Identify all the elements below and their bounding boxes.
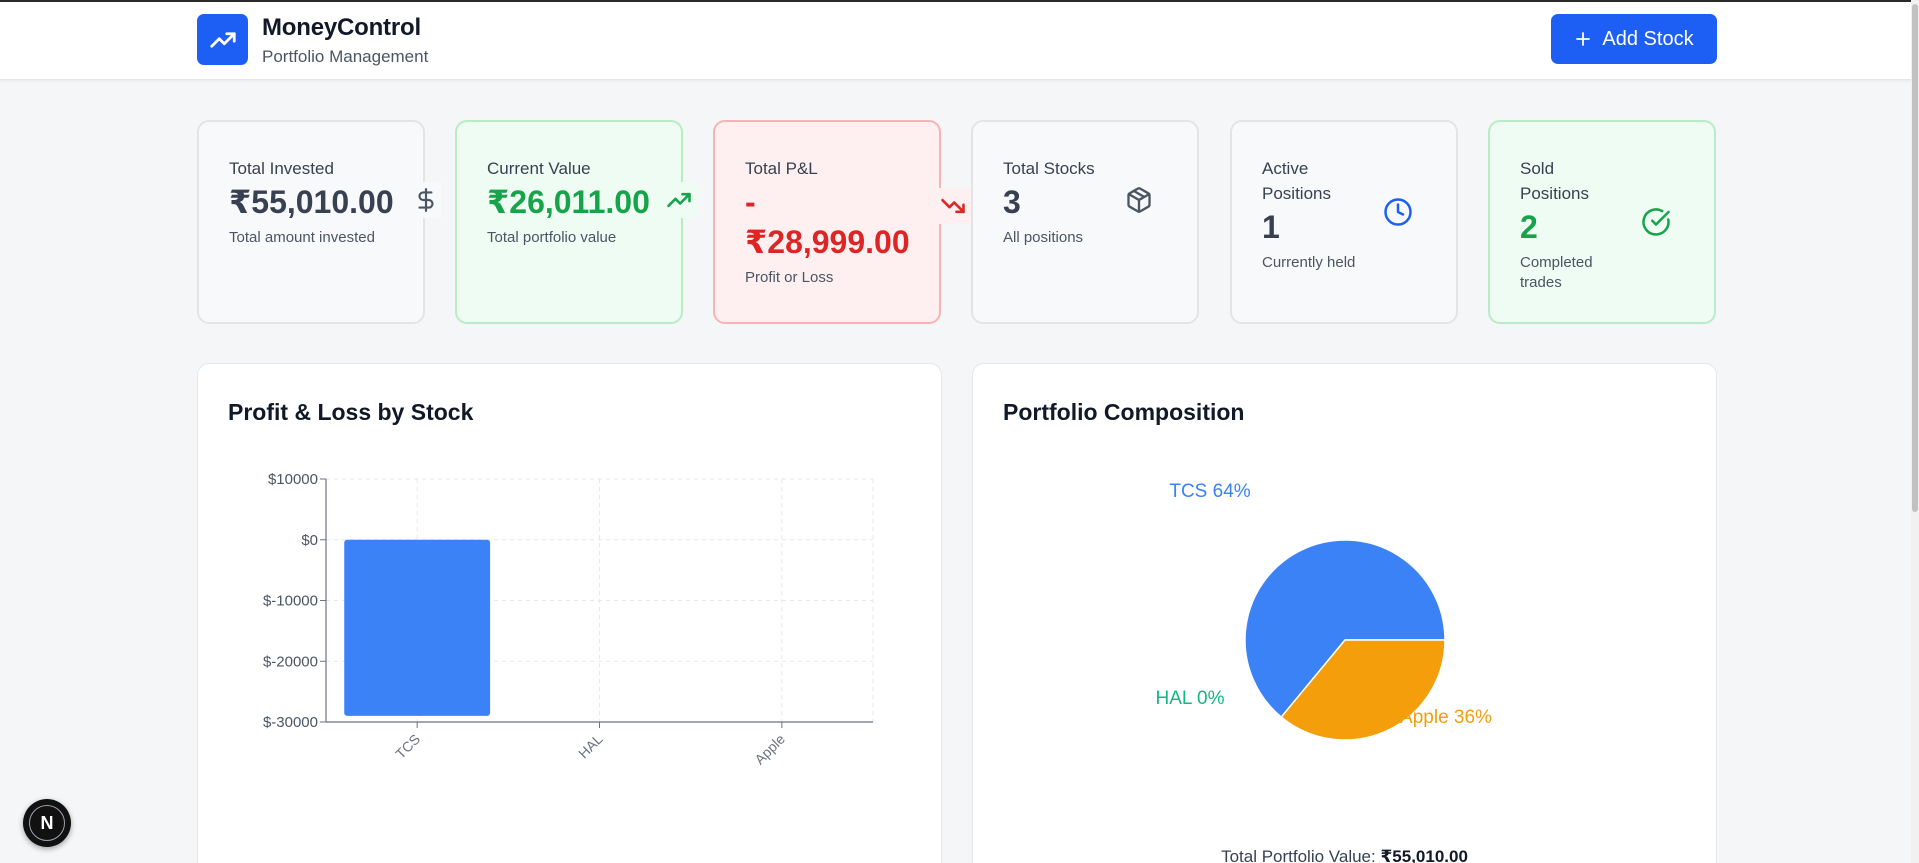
trending-up-icon — [661, 182, 697, 218]
total-pl-label: Total P&L — [745, 159, 818, 178]
sold-positions-value: 2 — [1520, 209, 1538, 245]
scrollbar-thumb[interactable] — [1912, 4, 1918, 512]
sold-positions-desc-2: trades — [1520, 274, 1562, 291]
add-stock-label: Add Stock — [1602, 27, 1694, 50]
composition-panel: Portfolio Composition TCS 64% HAL 0% Apple… — [972, 363, 1717, 863]
total-portfolio-amount: ₹55,010.00 — [1380, 847, 1468, 863]
active-positions-value: 1 — [1262, 209, 1280, 245]
composition-pie-chart: TCS 64% HAL 0% Apple 36% — [1156, 481, 1492, 741]
check-circle-icon — [1638, 204, 1674, 240]
composition-title: Portfolio Composition — [1003, 399, 1245, 425]
total-invested-desc: Total amount invested — [229, 229, 375, 246]
total-pl-card: Total P&L - ₹28,999.00 Profit or Loss — [713, 120, 971, 324]
dollar-icon — [411, 182, 441, 218]
plus-icon — [1576, 32, 1591, 46]
active-positions-desc: Currently held — [1262, 254, 1356, 271]
nextjs-logo-icon: N — [29, 805, 65, 841]
trending-down-icon — [935, 188, 971, 224]
sold-positions-card: Sold Positions 2 Completed trades — [1488, 120, 1716, 324]
x-tick-label: TCS — [392, 731, 423, 762]
total-stocks-desc: All positions — [1003, 229, 1084, 246]
app-subtitle: Portfolio Management — [262, 47, 429, 66]
total-invested-value: ₹55,010.00 — [229, 184, 394, 220]
clock-icon — [1380, 194, 1416, 230]
current-value-card: Current Value ₹26,011.00 Total portfolio… — [455, 120, 697, 324]
current-value-desc: Total portfolio value — [487, 229, 617, 246]
pie-label-hal: HAL 0% — [1156, 688, 1225, 709]
package-icon — [1121, 182, 1157, 218]
x-tick-label: Apple — [751, 731, 788, 768]
total-stocks-card: Total Stocks 3 All positions — [971, 120, 1199, 324]
sold-positions-label-2: Positions — [1520, 184, 1589, 203]
app-title: MoneyControl — [262, 14, 421, 41]
total-invested-label: Total Invested — [229, 159, 334, 178]
current-value-value: ₹26,011.00 — [487, 184, 650, 220]
nextjs-devtools-button[interactable]: N — [23, 799, 71, 847]
app-logo — [197, 14, 248, 65]
active-positions-card: Active Positions 1 Currently held — [1230, 120, 1458, 324]
pie-label-apple: Apple 36% — [1400, 707, 1492, 728]
y-tick-label: $-10000 — [263, 593, 318, 610]
sold-positions-label-1: Sold — [1520, 159, 1555, 178]
pl-bar-chart: $10000 $0 $-10000 $-20000 $-30000 TCS HAL Apple — [263, 471, 874, 768]
y-tick-label: $-30000 — [263, 714, 318, 731]
app-header: MoneyControl Portfolio Management Add St… — [0, 2, 1919, 80]
total-portfolio-label: Total Portfolio Value: — [1221, 847, 1376, 863]
bar-tcs[interactable] — [344, 539, 491, 716]
trending-up-icon — [209, 31, 236, 48]
total-invested-card: Total Invested ₹55,010.00 Total amount i… — [197, 120, 441, 324]
pl-chart-panel: Profit & Loss by Stock $10000 $0 $-10000 $-… — [197, 363, 942, 863]
sold-positions-desc-1: Completed — [1520, 254, 1593, 271]
y-tick-label: $-20000 — [263, 653, 318, 670]
total-pl-desc: Profit or Loss — [745, 269, 834, 286]
pl-chart-title: Profit & Loss by Stock — [228, 399, 474, 425]
total-stocks-label: Total Stocks — [1003, 159, 1095, 178]
current-value-label: Current Value — [487, 159, 591, 178]
total-pl-value: ₹28,999.00 — [745, 224, 910, 260]
total-pl-sign: - — [745, 184, 756, 220]
x-tick-label: HAL — [575, 731, 606, 762]
active-positions-label-2: Positions — [1262, 184, 1331, 203]
pie-label-tcs: TCS 64% — [1169, 481, 1250, 502]
y-tick-label: $10000 — [268, 471, 318, 488]
total-portfolio-value: Total Portfolio Value: ₹55,010.00 — [973, 847, 1716, 863]
y-tick-label: $0 — [301, 532, 318, 549]
active-positions-label-1: Active — [1262, 159, 1309, 178]
total-stocks-value: 3 — [1003, 184, 1021, 220]
add-stock-button[interactable]: Add Stock — [1551, 14, 1717, 64]
